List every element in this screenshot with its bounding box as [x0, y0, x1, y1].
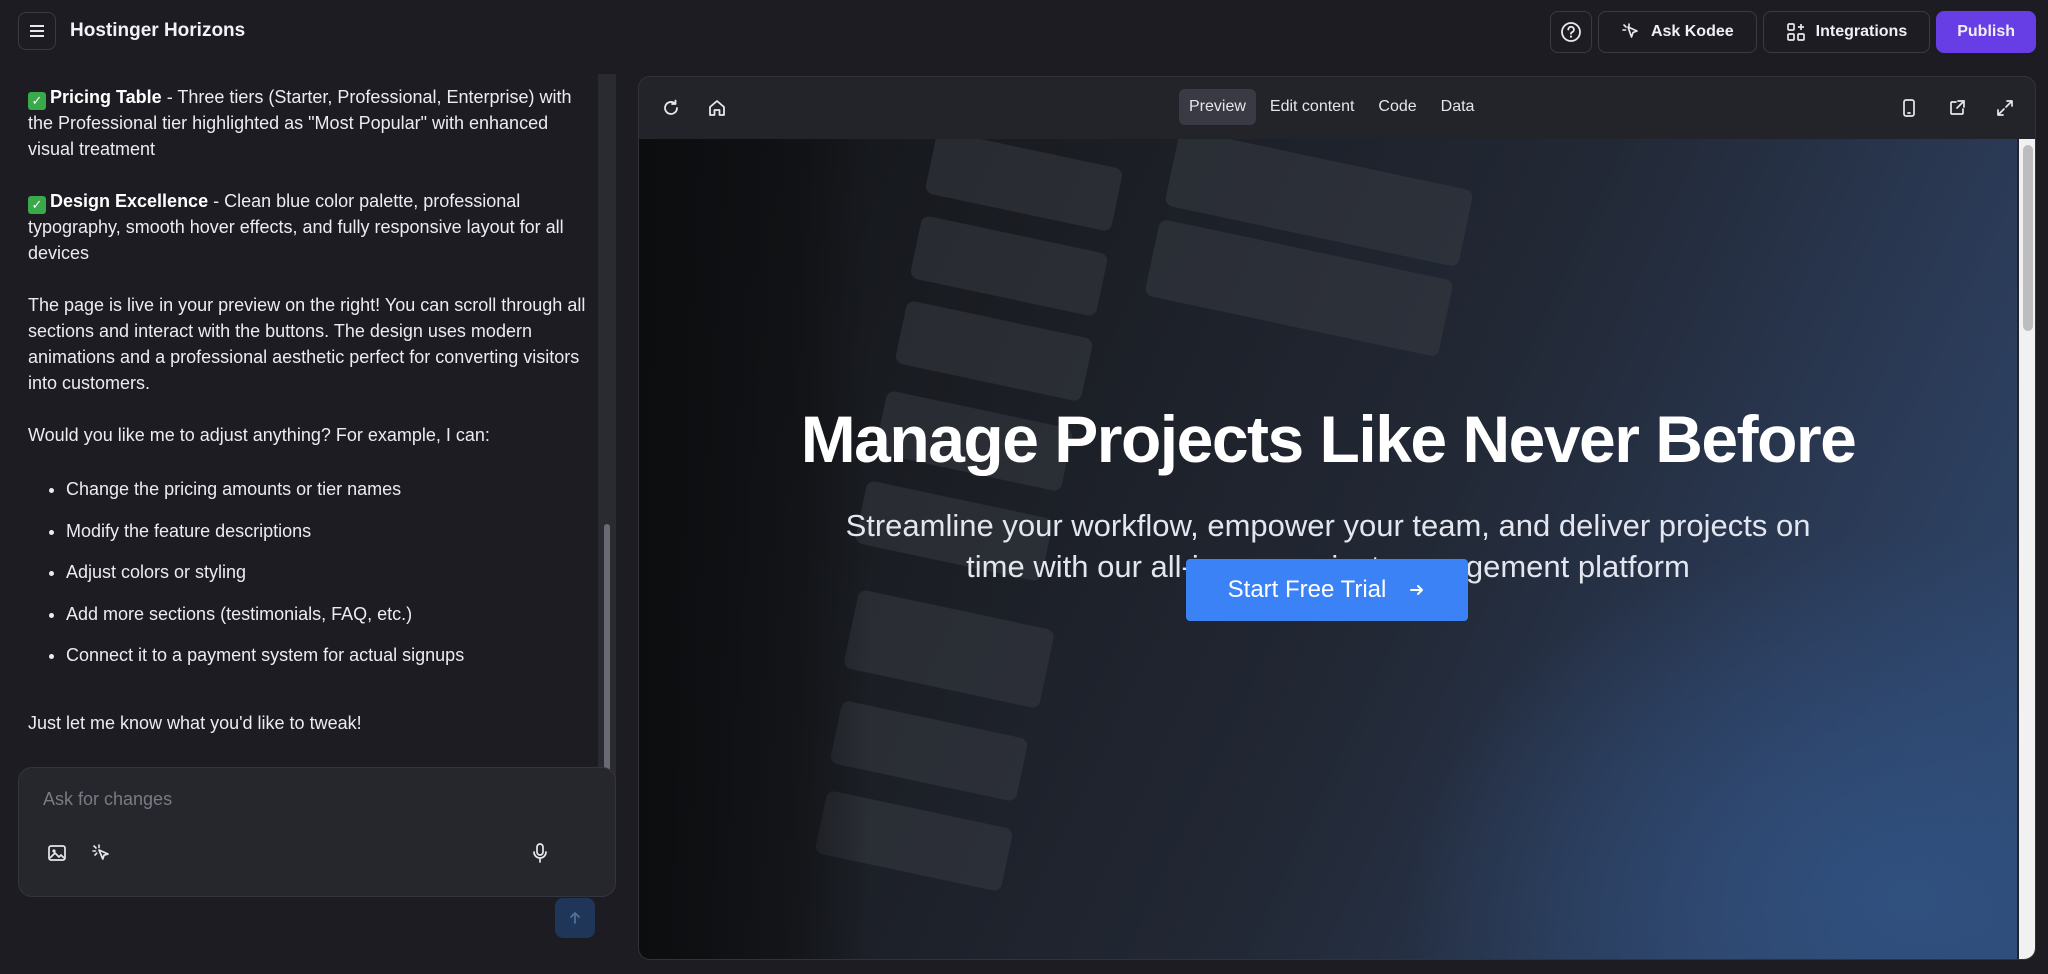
mobile-view-button[interactable]	[1895, 94, 1923, 122]
chat-paragraph-design: ✓ Design Excellence - Clean blue color pa…	[28, 188, 594, 266]
design-heading: Design Excellence	[50, 191, 209, 211]
open-external-button[interactable]	[1943, 94, 1971, 122]
background-card	[894, 299, 1094, 403]
background-card	[924, 139, 1124, 233]
tab-edit-content[interactable]: Edit content	[1260, 89, 1365, 125]
send-button[interactable]	[555, 898, 595, 938]
arrow-up-icon	[570, 912, 580, 924]
help-button[interactable]	[1549, 11, 1592, 53]
checkmark-icon: ✓	[28, 196, 46, 214]
refresh-button[interactable]	[657, 94, 685, 122]
background-shadow	[639, 139, 869, 959]
cursor-click-icon	[92, 844, 109, 860]
integrations-button[interactable]: Integrations	[1762, 11, 1931, 53]
ask-for-changes-input[interactable]	[43, 784, 583, 814]
ask-kodee-label: Ask Kodee	[1650, 23, 1734, 40]
chat-paragraph-pricing: ✓ Pricing Table - Three tiers (Starter, P…	[28, 84, 594, 162]
chat-paragraph-live: The page is live in your preview on the …	[28, 295, 586, 393]
integrations-label: Integrations	[1815, 23, 1908, 40]
publish-label: Publish	[1957, 23, 2015, 40]
preview-tabs: Preview Edit content Code Data	[1179, 89, 1484, 125]
fullscreen-button[interactable]	[1991, 94, 2019, 122]
options-list: Change the pricing amounts or tier names…	[66, 476, 594, 668]
checkmark-icon: ✓	[28, 92, 46, 110]
preview-scrollbar[interactable]	[2019, 139, 2035, 959]
home-button[interactable]	[703, 94, 731, 122]
list-item: Add more sections (testimonials, FAQ, et…	[66, 601, 594, 627]
app-title: Hostinger Horizons	[70, 20, 246, 41]
background-card	[842, 589, 1056, 709]
select-element-button[interactable]	[88, 840, 114, 866]
microphone-icon	[533, 843, 547, 863]
voice-input-button[interactable]	[527, 840, 553, 866]
upload-image-button[interactable]	[44, 840, 70, 866]
list-item: Adjust colors or styling	[66, 559, 594, 585]
ask-kodee-button[interactable]: Ask Kodee	[1597, 11, 1757, 53]
integrations-icon	[1786, 23, 1805, 41]
preview-hero-section: Manage Projects Like Never Before Stream…	[639, 139, 2017, 959]
list-item: Change the pricing amounts or tier names	[66, 476, 594, 502]
chat-input-box	[18, 767, 616, 897]
expand-icon	[1997, 100, 2013, 116]
list-item: Modify the feature descriptions	[66, 518, 594, 544]
background-card	[909, 214, 1109, 318]
tab-data[interactable]: Data	[1431, 89, 1485, 125]
home-icon	[709, 100, 725, 116]
sparkle-cursor-icon	[1622, 23, 1638, 38]
publish-button[interactable]: Publish	[1936, 11, 2036, 53]
preview-toolbar: Preview Edit content Code Data	[639, 77, 2035, 139]
mobile-icon	[1903, 99, 1915, 117]
refresh-icon	[664, 99, 678, 115]
external-link-icon	[1950, 100, 1965, 115]
pricing-heading: Pricing Table	[50, 87, 162, 107]
menu-button[interactable]	[18, 12, 56, 50]
chat-messages: ✓ Pricing Table - Three tiers (Starter, P…	[28, 84, 594, 762]
help-icon	[1561, 22, 1581, 42]
tab-preview[interactable]: Preview	[1179, 89, 1256, 125]
tab-code[interactable]: Code	[1368, 89, 1426, 125]
image-icon	[48, 845, 66, 861]
chat-question: Would you like me to adjust anything? Fo…	[28, 425, 490, 445]
hero-title: Manage Projects Like Never Before	[800, 402, 1857, 476]
chat-closing: Just let me know what you'd like to twea…	[28, 713, 362, 733]
top-bar: Hostinger Horizons Ask Kodee Integration…	[0, 0, 2048, 64]
list-item: Connect it to a payment system for actua…	[66, 642, 594, 668]
preview-scrollbar-thumb[interactable]	[2023, 145, 2033, 331]
arrow-right-icon	[1410, 585, 1424, 595]
start-free-trial-label: Start Free Trial	[1227, 576, 1387, 603]
preview-panel: Preview Edit content Code Data Manage Pr…	[638, 76, 2036, 960]
hamburger-icon	[30, 25, 44, 37]
start-free-trial-button[interactable]: Start Free Trial	[1186, 559, 1468, 621]
